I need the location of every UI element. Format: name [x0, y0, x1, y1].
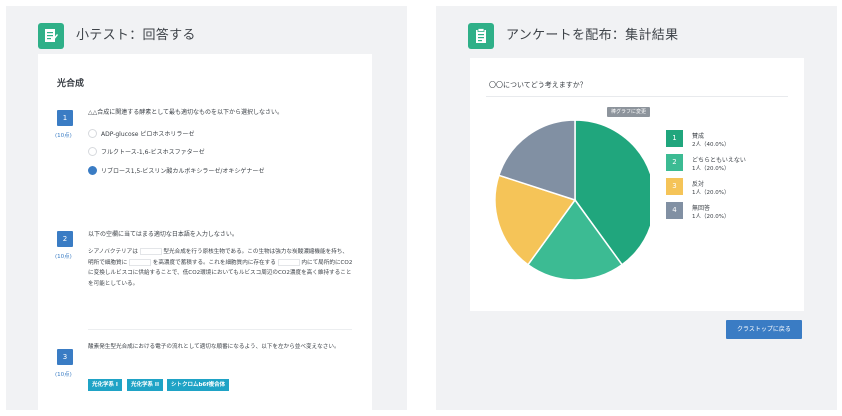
quiz-page-title: 小テスト：回答する: [76, 28, 196, 43]
question-2-paragraph: シアノバクテリアは 型光合成を行う原核生物である。この生物は強力な炭酸濃縮機能を…: [88, 247, 353, 289]
survey-result-card: 〇〇についてどう考えますか？ 棒グラフに変更 1 賛成 2人（40.0%） 2 どちらと…: [470, 58, 804, 311]
pie-chart: [494, 119, 650, 281]
legend-label-3: 反対: [692, 181, 705, 188]
question-2-prompt: 以下の空欄に当てはまる適切な日本語を入力しなさい。: [88, 231, 238, 238]
question-3-number: 3: [57, 349, 73, 365]
legend-number-2: 2: [666, 154, 683, 171]
survey-panel: アンケートを配布：集計結果 〇〇についてどう考えますか？ 棒グラフに変更 1 賛成…: [436, 6, 837, 410]
order-chip-3[interactable]: シトクロムb6f複合体: [167, 379, 230, 391]
legend-number-4: 4: [666, 202, 683, 219]
legend-number-3: 3: [666, 178, 683, 195]
question-1-points: (10点): [55, 133, 72, 139]
section-title: 光合成: [57, 79, 85, 89]
q1-option-3-radio[interactable]: [88, 166, 97, 175]
survey-page-title: アンケートを配布：集計結果: [506, 28, 679, 43]
question-1-number: 1: [57, 110, 73, 126]
legend-label-1: 賛成: [692, 133, 705, 140]
clipboard-icon: [476, 28, 486, 43]
blank-input-3[interactable]: [277, 258, 300, 266]
question-3-prompt: 酸素発生型光合成における電子の流れとして適切な順番になるよう、以下を左から並べ変…: [88, 344, 340, 350]
question-2-points: (10点): [55, 254, 72, 260]
legend-label-2: どちらともいえない: [692, 157, 746, 164]
question-2-number: 2: [57, 231, 73, 247]
question-divider: [88, 329, 352, 330]
legend-value-4: 1人（20.0%）: [692, 214, 730, 220]
document-icon: [45, 29, 58, 42]
survey-question-text: 〇〇についてどう考えますか？: [489, 81, 587, 89]
legend-label-4: 無回答: [692, 205, 711, 212]
paragraph-part-3: を高濃度で蓄積する。これを細胞質内に存在する: [152, 259, 276, 266]
q1-option-2-label: フルクトース-1,6-ビスホスファターゼ: [101, 149, 205, 156]
survey-divider: [486, 96, 788, 97]
quiz-card: 光合成 1 (10点) △△合成に関連する酵素として最も適切なものを以下から選択…: [38, 54, 372, 410]
back-to-class-button[interactable]: クラストップに戻る: [726, 320, 802, 339]
blank-input-2[interactable]: [128, 258, 151, 266]
quiz-header-icon: [38, 23, 64, 49]
paragraph-part-1: シアノバクテリアは: [88, 249, 138, 255]
quiz-panel: 小テスト：回答する 光合成 1 (10点) △△合成に関連する酵素として最も適切…: [6, 6, 407, 410]
legend-number-1: 1: [666, 130, 683, 147]
order-chip-2[interactable]: 光化学系 II: [127, 379, 164, 391]
q1-option-1-label: ADP-glucose ピロホスホリラーゼ: [101, 131, 195, 138]
blank-input-1[interactable]: [139, 248, 162, 255]
q1-option-1-radio[interactable]: [88, 129, 97, 138]
legend-value-3: 1人（20.0%）: [692, 190, 730, 196]
question-3-points: (10点): [55, 372, 72, 378]
q1-option-2-radio[interactable]: [88, 147, 97, 156]
question-1-prompt: △△合成に関連する酵素として最も適切なものを以下から選択しなさい。: [88, 109, 284, 116]
legend-value-1: 2人（40.0%）: [692, 142, 730, 148]
q1-option-3-label: リブロース1,5-ビスリン酸カルボキシラーゼ/オキシゲナーゼ: [101, 168, 265, 175]
order-chip-1[interactable]: 光化学系 I: [88, 379, 122, 391]
survey-header-icon: [468, 23, 494, 49]
legend-value-2: 1人（20.0%）: [692, 166, 730, 172]
